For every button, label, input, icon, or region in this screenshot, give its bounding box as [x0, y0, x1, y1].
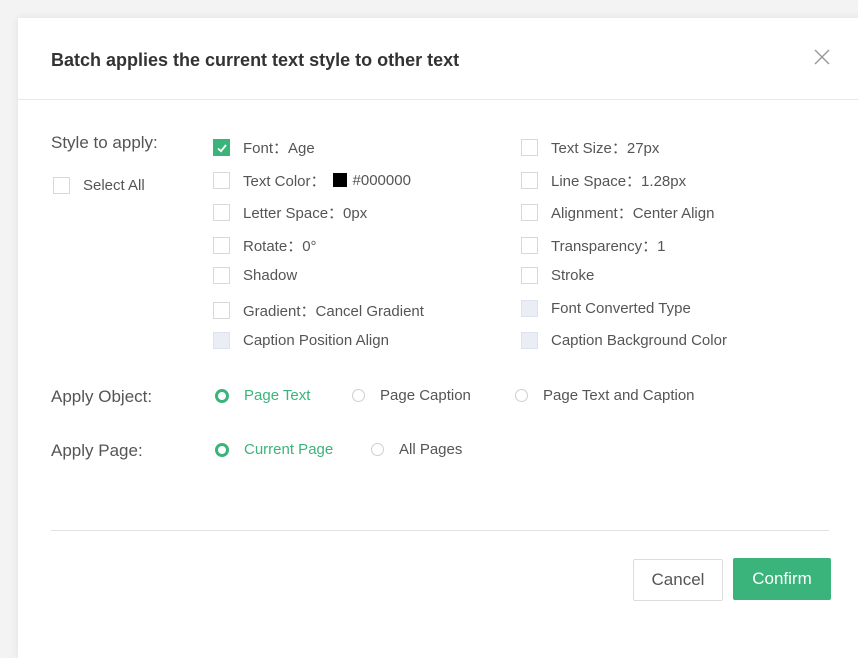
checkbox-icon[interactable] [521, 139, 538, 156]
checkbox-shadow[interactable]: Shadow [213, 267, 297, 284]
radio-page-caption[interactable]: Page Caption [352, 387, 471, 404]
apply-page-label: Apply Page: [51, 441, 143, 460]
checkbox-text-size-27px[interactable]: Text Size：27px [521, 137, 659, 158]
radio-current-page[interactable]: Current Page [215, 441, 333, 458]
radio-selected-icon[interactable] [215, 388, 229, 403]
checkbox-icon[interactable] [213, 236, 230, 254]
checkbox-icon[interactable] [521, 171, 538, 189]
checkbox-label: Text Size：27px [551, 140, 660, 157]
checkbox-label: Rotate：0° [243, 237, 317, 255]
checkbox-label: Caption Position Align [243, 332, 389, 349]
checkbox-label: Shadow [243, 267, 298, 284]
cancel-button[interactable]: Cancel [633, 559, 723, 601]
checkbox-icon [213, 332, 230, 349]
select-all-label: Select All [83, 177, 145, 194]
radio-label: Page Text and Caption [543, 387, 695, 404]
checkbox-icon[interactable] [53, 177, 70, 194]
checkbox-label: Stroke [551, 267, 595, 284]
radio-selected-icon[interactable] [215, 442, 229, 457]
checkbox-icon[interactable] [213, 204, 230, 221]
checkbox-label: Font Converted Type [551, 299, 691, 317]
checkbox-font-age[interactable]: Font：Age [213, 137, 315, 158]
checkbox-label: Alignment：Center Align [551, 205, 715, 222]
checkbox-icon[interactable] [213, 171, 230, 189]
checkbox-icon[interactable] [213, 267, 230, 284]
checkbox-letter-space-0px[interactable]: Letter Space：0px [213, 202, 367, 223]
confirm-button[interactable]: Confirm [733, 558, 831, 600]
radio-page-text-and-caption[interactable]: Page Text and Caption [515, 387, 695, 404]
checkbox-stroke[interactable]: Stroke [521, 267, 594, 284]
close-icon[interactable] [812, 47, 832, 67]
radio-icon[interactable] [352, 389, 365, 402]
checkbox-icon [521, 299, 538, 317]
checkbox-label: Text Color： [243, 172, 326, 190]
radio-all-pages[interactable]: All Pages [371, 441, 462, 458]
radio-page-text[interactable]: Page Text [215, 387, 310, 404]
checkbox-label: Font：Age [243, 140, 315, 157]
dialog-header: Batch applies the current text style to … [18, 18, 858, 100]
radio-label: Page Caption [380, 387, 471, 404]
checkbox-icon[interactable] [521, 236, 538, 254]
checkbox-label: Gradient：Cancel Gradient [243, 302, 424, 320]
radio-label: Page Text [244, 387, 311, 404]
select-all-checkbox[interactable]: Select All [53, 177, 145, 194]
radio-label: All Pages [399, 441, 463, 458]
style-to-apply-label: Style to apply: [51, 133, 158, 152]
checkbox-icon[interactable] [521, 204, 538, 221]
radio-icon[interactable] [371, 443, 384, 456]
apply-object-label: Apply Object: [51, 387, 153, 406]
checkbox-label: Caption Background Color [551, 332, 727, 349]
color-swatch [332, 173, 347, 187]
color-value: #000000 [352, 171, 411, 189]
footer-divider [51, 530, 829, 531]
checkbox-font-converted-type: Font Converted Type [521, 299, 691, 317]
checkbox-rotate-0[interactable]: Rotate：0° [213, 235, 317, 256]
radio-label: Current Page [244, 441, 334, 458]
checkbox-checked-icon[interactable] [213, 139, 230, 156]
checkbox-caption-background-color: Caption Background Color [521, 332, 727, 349]
checkbox-icon[interactable] [213, 301, 230, 319]
checkbox-alignment-center-align[interactable]: Alignment：Center Align [521, 202, 714, 223]
checkbox-caption-position-align: Caption Position Align [213, 332, 389, 349]
checkbox-label: Line Space：1.28px [551, 172, 687, 190]
checkbox-label: Letter Space：0px [243, 205, 368, 222]
radio-icon[interactable] [515, 389, 528, 402]
checkbox-icon [521, 332, 538, 349]
checkbox-label: Transparency：1 [551, 237, 666, 255]
batch-style-dialog: Batch applies the current text style to … [18, 18, 858, 658]
checkbox-icon[interactable] [521, 267, 538, 284]
checkbox-transparency-1[interactable]: Transparency：1 [521, 235, 666, 256]
checkbox-text-color[interactable]: Text Color： #000000 [213, 170, 411, 191]
checkbox-gradient-cancel-gradient[interactable]: Gradient：Cancel Gradient [213, 300, 424, 321]
dialog-title: Batch applies the current text style to … [51, 50, 460, 70]
checkbox-line-space-1-28px[interactable]: Line Space：1.28px [521, 170, 686, 191]
